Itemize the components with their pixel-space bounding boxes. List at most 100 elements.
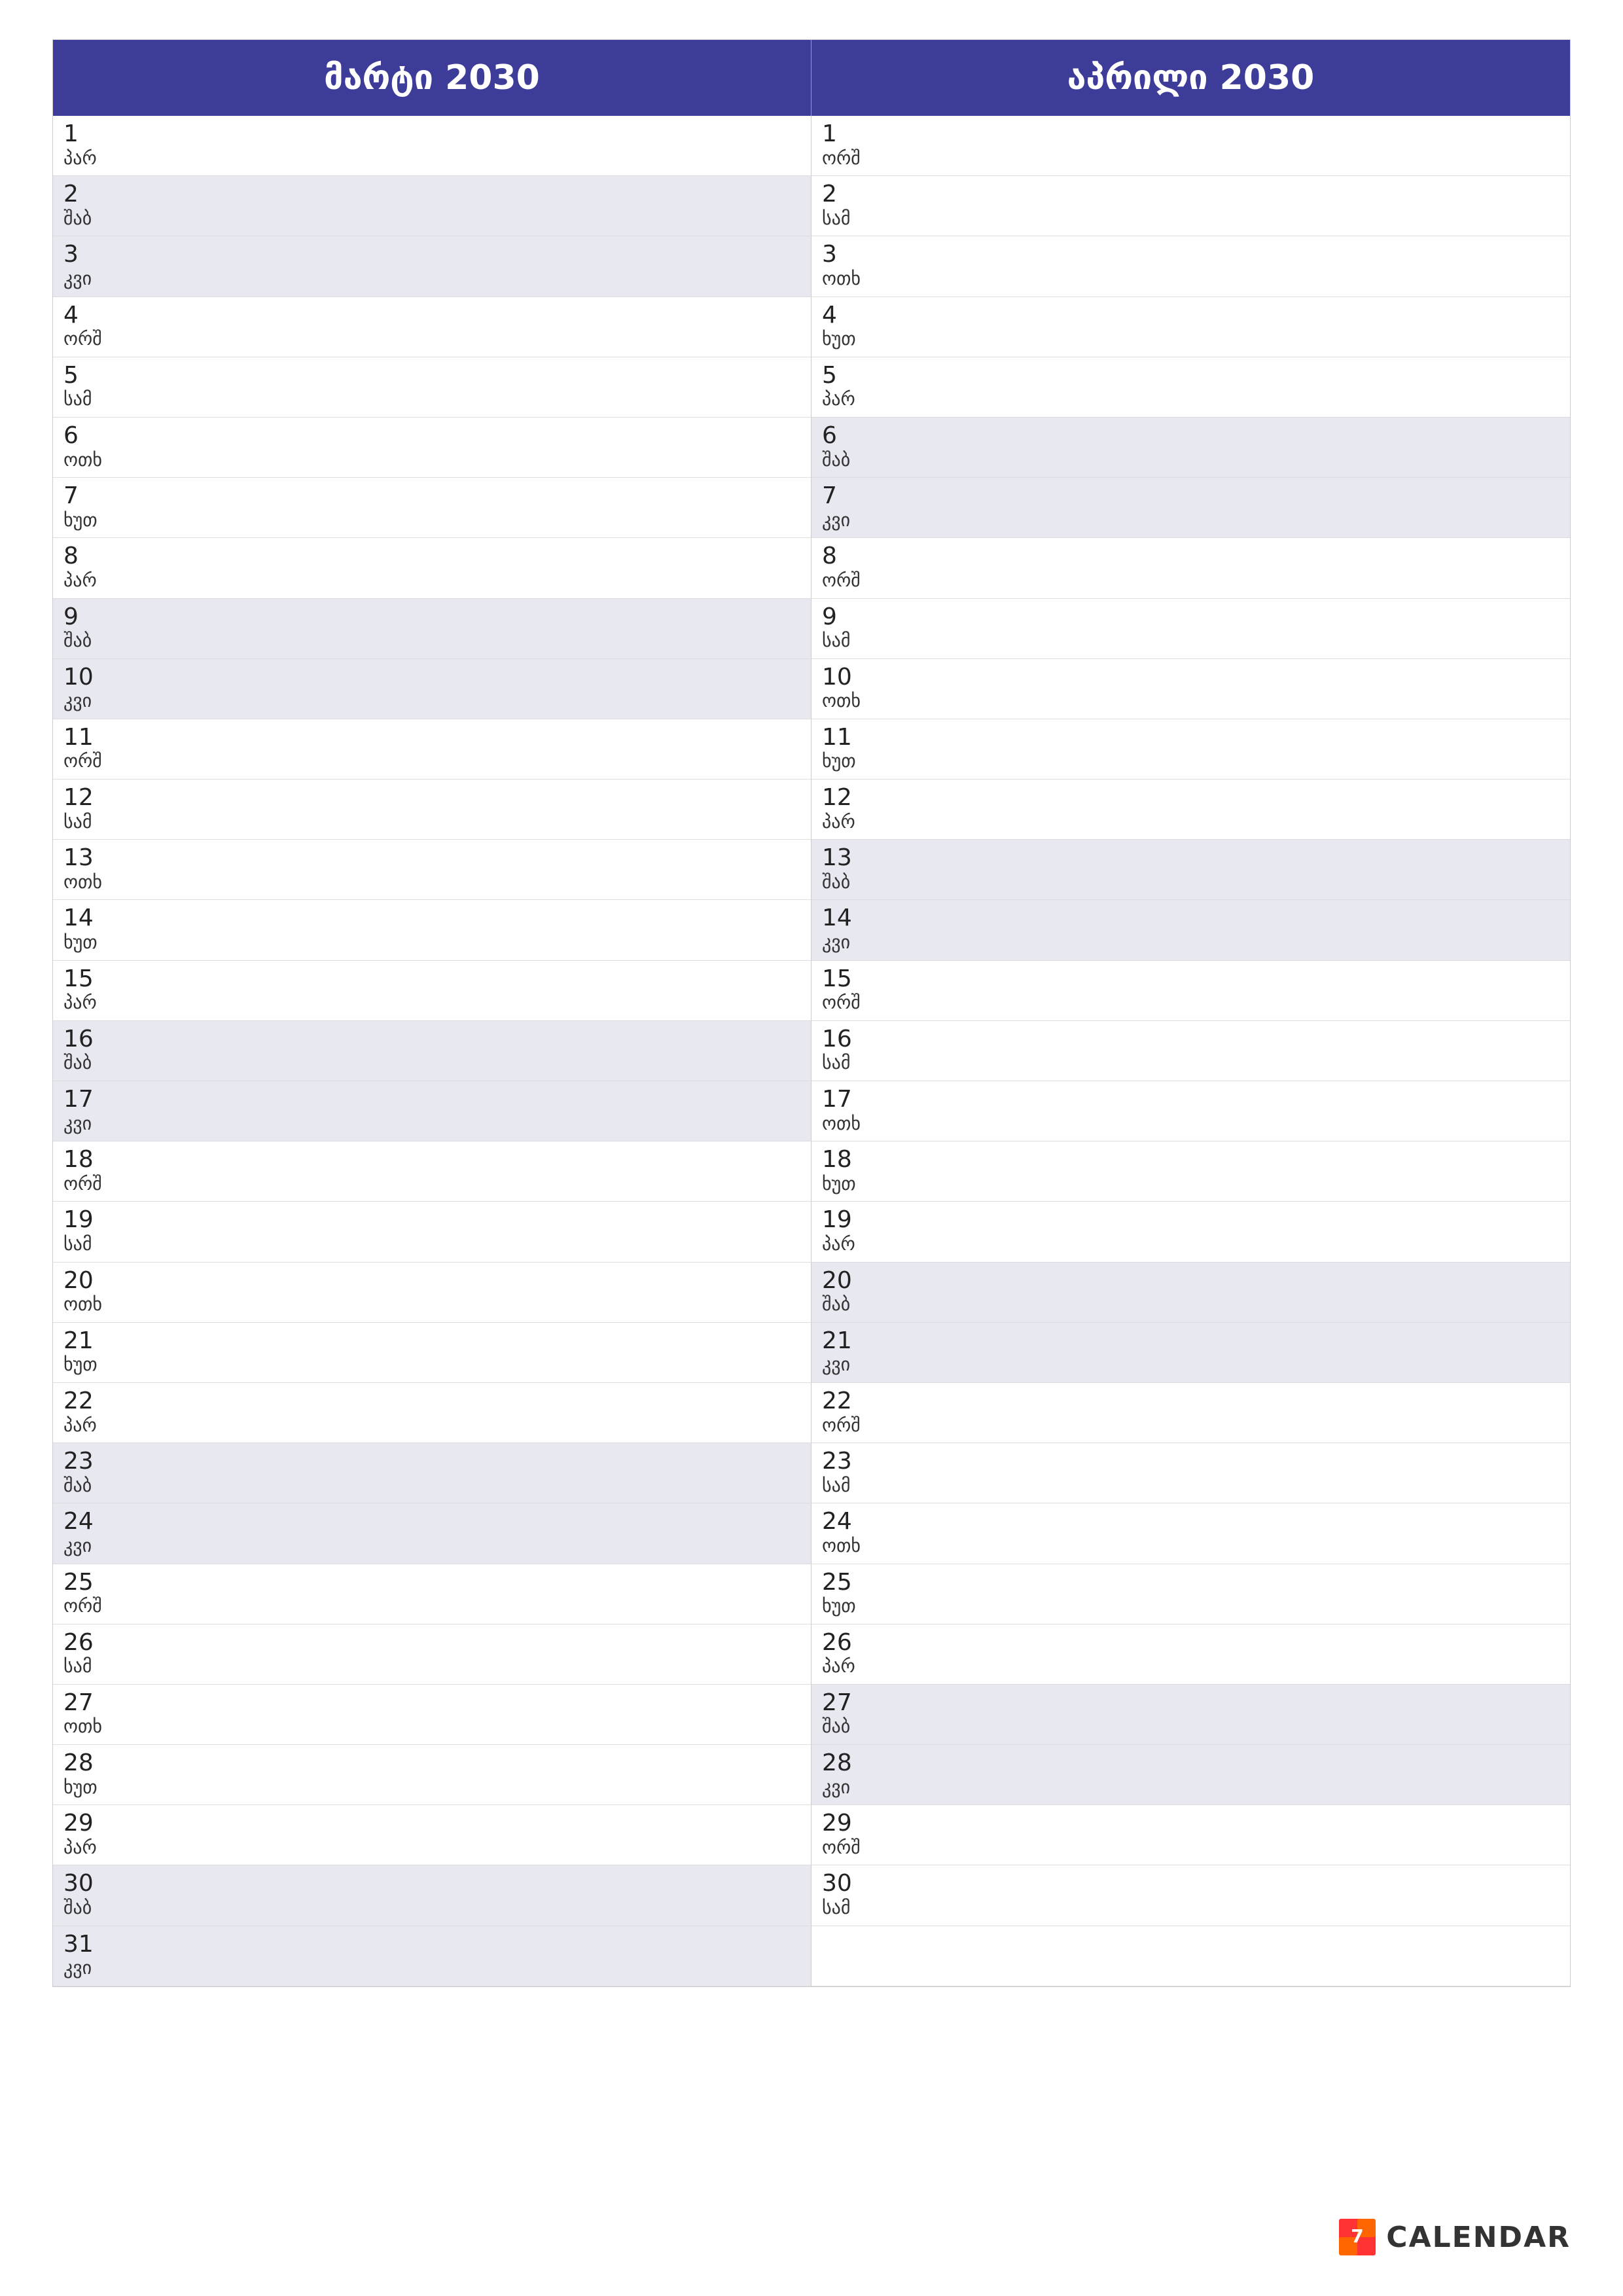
day-name: პარ: [63, 1414, 800, 1437]
svg-text:7: 7: [1351, 2225, 1364, 2247]
day-cell-m0-d6: 7ხუთ: [53, 478, 812, 538]
day-number: 14: [63, 905, 800, 931]
day-number: 18: [63, 1147, 800, 1173]
day-name: კვი: [822, 1776, 1560, 1799]
day-name: პარ: [822, 1233, 1560, 1255]
day-cell-m1-d17: 18ხუთ: [812, 1141, 1570, 1202]
day-cell-m0-d15: 16შაბ: [53, 1021, 812, 1081]
day-name: ოთხ: [822, 690, 1560, 712]
day-cell-m0-d2: 3კვი: [53, 236, 812, 296]
day-name: სამ: [822, 1475, 1560, 1497]
day-cell-m0-d21: 22პარ: [53, 1383, 812, 1443]
day-number: 12: [822, 785, 1560, 811]
day-name: ორშ: [63, 328, 800, 350]
day-cell-m1-d25: 26პარ: [812, 1624, 1570, 1685]
day-cell-m1-d18: 19პარ: [812, 1202, 1570, 1262]
day-cell-m1-d0: 1ორშ: [812, 116, 1570, 176]
day-name: კვი: [63, 1957, 800, 1979]
day-name: შაბ: [63, 1475, 800, 1497]
day-name: შაბ: [63, 207, 800, 230]
day-cell-m0-d19: 20ოთხ: [53, 1263, 812, 1323]
day-name: ორშ: [822, 147, 1560, 170]
day-number: 31: [63, 1931, 800, 1958]
day-number: 21: [822, 1328, 1560, 1354]
day-number: 23: [63, 1448, 800, 1475]
day-number: 2: [822, 181, 1560, 207]
day-cell-m0-d24: 25ორშ: [53, 1564, 812, 1624]
day-number: 6: [63, 423, 800, 449]
day-number: 7: [63, 483, 800, 509]
day-name: ხუთ: [63, 1354, 800, 1376]
day-cell-m1-d9: 10ოთხ: [812, 659, 1570, 719]
day-number: 22: [63, 1388, 800, 1414]
day-name: სამ: [822, 207, 1560, 230]
day-name: სამ: [63, 1233, 800, 1255]
day-name: ორშ: [822, 1414, 1560, 1437]
day-number: 9: [822, 604, 1560, 630]
day-cell-m0-d16: 17კვი: [53, 1081, 812, 1141]
day-name: ორშ: [63, 1173, 800, 1195]
calendar-logo-icon: 7: [1338, 2217, 1377, 2257]
day-cell-m0-d23: 24კვი: [53, 1503, 812, 1564]
day-name: ხუთ: [63, 1776, 800, 1799]
day-name: პარ: [822, 1655, 1560, 1677]
day-number: 27: [63, 1690, 800, 1716]
day-number: 26: [822, 1630, 1560, 1656]
day-cell-m1-d23: 24ოთხ: [812, 1503, 1570, 1564]
day-name: ოთხ: [822, 1535, 1560, 1557]
day-number: 10: [822, 664, 1560, 691]
day-name: სამ: [822, 1052, 1560, 1074]
page: მარტი 2030აპრილი 20301პარ1ორშ2შაბ2სამ3კვ…: [0, 0, 1623, 2296]
day-name: ოთხ: [63, 871, 800, 893]
day-name: კვი: [63, 690, 800, 712]
day-cell-m0-d1: 2შაბ: [53, 176, 812, 236]
day-name: კვი: [822, 509, 1560, 531]
day-number: 15: [822, 966, 1560, 992]
day-number: 2: [63, 181, 800, 207]
day-cell-m1-d7: 8ორშ: [812, 538, 1570, 598]
day-cell-m0-d12: 13ოთხ: [53, 840, 812, 900]
day-cell-m0-d25: 26სამ: [53, 1624, 812, 1685]
day-cell-m1-d14: 15ორშ: [812, 961, 1570, 1021]
day-cell-m0-d17: 18ორშ: [53, 1141, 812, 1202]
day-cell-m1-d1: 2სამ: [812, 176, 1570, 236]
day-number: 16: [822, 1026, 1560, 1052]
day-cell-m1-d15: 16სამ: [812, 1021, 1570, 1081]
day-name: კვი: [63, 1113, 800, 1135]
day-name: შაბ: [63, 1052, 800, 1074]
day-number: 22: [822, 1388, 1560, 1414]
day-name: ორშ: [822, 1837, 1560, 1859]
day-cell-m1-d28: 29ორშ: [812, 1805, 1570, 1865]
day-cell-m0-d3: 4ორშ: [53, 297, 812, 357]
day-cell-m0-d28: 29პარ: [53, 1805, 812, 1865]
day-number: 11: [63, 725, 800, 751]
day-name: სამ: [63, 1655, 800, 1677]
day-name: შაბ: [822, 1715, 1560, 1738]
day-cell-m1-d3: 4ხუთ: [812, 297, 1570, 357]
day-name: სამ: [822, 630, 1560, 652]
day-number: 19: [822, 1207, 1560, 1233]
day-number: 13: [822, 845, 1560, 871]
day-name: ხუთ: [822, 328, 1560, 350]
day-number: 12: [63, 785, 800, 811]
day-name: ხუთ: [822, 750, 1560, 772]
day-cell-m0-d14: 15პარ: [53, 961, 812, 1021]
day-number: 6: [822, 423, 1560, 449]
calendar-container: მარტი 2030აპრილი 20301პარ1ორშ2შაბ2სამ3კვ…: [52, 39, 1571, 1987]
day-number: 23: [822, 1448, 1560, 1475]
day-number: 7: [822, 483, 1560, 509]
day-number: 14: [822, 905, 1560, 931]
day-number: 5: [63, 363, 800, 389]
day-cell-m0-d18: 19სამ: [53, 1202, 812, 1262]
day-cell-m1-d4: 5პარ: [812, 357, 1570, 418]
day-cell-m0-d27: 28ხუთ: [53, 1745, 812, 1805]
day-number: 30: [63, 1871, 800, 1897]
day-cell-m1-d22: 23სამ: [812, 1443, 1570, 1503]
month-header-1: აპრილი 2030: [812, 40, 1570, 116]
day-cell-m1-d13: 14კვი: [812, 900, 1570, 960]
day-cell-m0-d4: 5სამ: [53, 357, 812, 418]
day-name: სამ: [63, 811, 800, 833]
day-number: 13: [63, 845, 800, 871]
day-cell-m1-d29: 30სამ: [812, 1865, 1570, 1926]
footer: 7 CALENDAR: [1338, 2217, 1571, 2257]
